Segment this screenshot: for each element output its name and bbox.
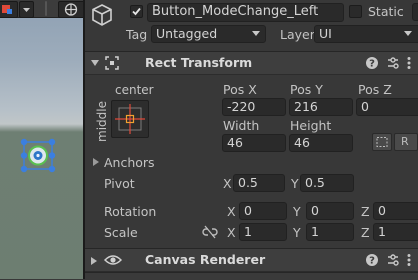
- preset-icon[interactable]: [386, 253, 400, 267]
- raw-edit-button[interactable]: R: [394, 133, 418, 151]
- anchor-preset-icon: [115, 104, 145, 134]
- pos-x-label: Pos X: [223, 82, 257, 97]
- pos-y-label: Pos Y: [290, 82, 323, 97]
- link-scale-icon[interactable]: [202, 225, 218, 239]
- tag-label: Tag: [126, 27, 148, 42]
- pivot-x-label: X: [223, 176, 232, 191]
- gameobject-cube-icon: [92, 4, 112, 26]
- anchors-foldout-arrow-icon[interactable]: [92, 157, 100, 167]
- pivot-x-input[interactable]: 0.5: [233, 174, 285, 192]
- anchor-v-label: middle: [95, 101, 109, 142]
- rot-x-input[interactable]: 0: [239, 202, 287, 220]
- layer-value: UI: [319, 26, 332, 41]
- object-name-input[interactable]: Button_ModeChange_Left: [147, 3, 344, 22]
- gizmo-globe-icon[interactable]: [58, 1, 84, 18]
- canvas-renderer-header[interactable]: Canvas Renderer ?: [85, 248, 418, 272]
- static-dropdown[interactable]: [412, 3, 418, 21]
- help-icon[interactable]: ?: [365, 253, 379, 267]
- toolbar-separator: [45, 1, 47, 16]
- anchor-preset-button[interactable]: [111, 100, 149, 138]
- pos-z-label: Pos Z: [358, 82, 392, 97]
- anchors-label[interactable]: Anchors: [104, 155, 155, 170]
- chevron-down-icon: [252, 31, 260, 36]
- layer-dropdown[interactable]: UI: [314, 25, 418, 43]
- scale-y-input[interactable]: 1: [306, 223, 354, 241]
- height-input[interactable]: 46: [289, 134, 353, 152]
- static-label: Static: [368, 4, 404, 19]
- kebab-menu-icon[interactable]: [406, 56, 412, 70]
- chevron-down-icon: [404, 31, 412, 36]
- scale-z-label: Z: [361, 225, 370, 240]
- static-checkbox[interactable]: [349, 5, 362, 18]
- rot-x-label: X: [227, 204, 236, 219]
- blueprint-mode-button[interactable]: [372, 133, 392, 151]
- width-label: Width: [223, 118, 260, 133]
- canvas-renderer-title: Canvas Renderer: [145, 252, 266, 267]
- pos-x-input[interactable]: -220: [222, 98, 286, 116]
- layer-label: Layer: [280, 27, 315, 42]
- scale-y-label: Y: [293, 225, 301, 240]
- active-checkbox[interactable]: [130, 5, 143, 18]
- pos-y-input[interactable]: 216: [289, 98, 353, 116]
- rect-transform-title: Rect Transform: [145, 55, 253, 70]
- rot-z-input[interactable]: 0: [373, 202, 418, 220]
- preset-icon[interactable]: [386, 56, 400, 70]
- pivot-y-input[interactable]: 0.5: [300, 174, 354, 192]
- eye-icon: [104, 255, 122, 265]
- foldout-arrow-icon[interactable]: [90, 256, 98, 266]
- rot-y-input[interactable]: 0: [306, 202, 354, 220]
- height-label: Height: [290, 118, 332, 133]
- scale-x-input[interactable]: 1: [239, 223, 287, 241]
- help-icon[interactable]: ?: [365, 56, 379, 70]
- rot-z-label: Z: [361, 204, 370, 219]
- selected-object-gizmo[interactable]: [18, 136, 60, 176]
- pivot-label: Pivot: [104, 176, 135, 191]
- kebab-menu-icon[interactable]: [406, 253, 412, 267]
- tool-dropdown-icon[interactable]: [19, 1, 34, 18]
- width-input[interactable]: 46: [222, 134, 286, 152]
- blueprint-mode-icon: [376, 137, 388, 147]
- raw-edit-label: R: [401, 135, 409, 148]
- rect-transform-icon: [105, 56, 119, 70]
- svg-text:?: ?: [369, 256, 375, 267]
- rotation-label: Rotation: [104, 204, 157, 219]
- scale-x-label: X: [227, 225, 236, 240]
- scene-view[interactable]: [0, 0, 84, 279]
- pivot-y-label: Y: [291, 176, 299, 191]
- svg-text:?: ?: [369, 59, 375, 70]
- inspector-panel: Button_ModeChange_Left Static Tag Untagg…: [85, 0, 418, 280]
- scene-toolbar: [0, 0, 84, 18]
- pos-z-input[interactable]: 0: [356, 98, 418, 116]
- tool-icon[interactable]: [0, 1, 18, 18]
- tag-dropdown[interactable]: Untagged: [151, 25, 266, 43]
- tag-value: Untagged: [156, 26, 218, 41]
- scale-z-input[interactable]: 1: [373, 223, 418, 241]
- anchor-h-label: center: [115, 83, 154, 97]
- rect-transform-header[interactable]: Rect Transform ?: [85, 51, 418, 75]
- rot-y-label: Y: [293, 204, 301, 219]
- scale-label: Scale: [104, 225, 138, 240]
- foldout-arrow-icon[interactable]: [90, 59, 100, 67]
